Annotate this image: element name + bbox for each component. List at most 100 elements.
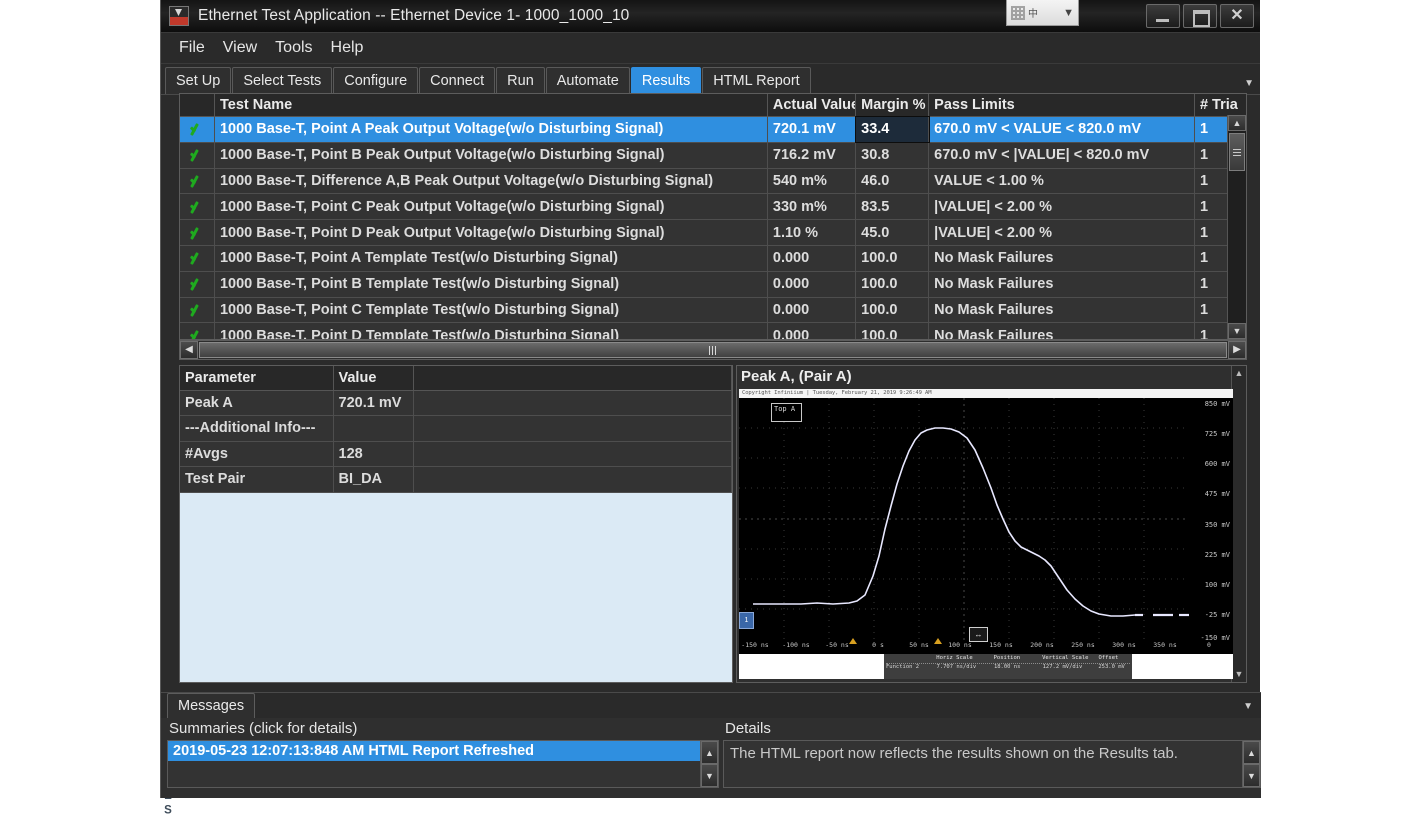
- table-row[interactable]: 1000 Base-T, Point C Template Test(w/o D…: [180, 297, 1246, 324]
- summaries-scrollbar[interactable]: ▲ ▼: [700, 741, 718, 787]
- cell-pass-limits[interactable]: No Mask Failures: [928, 297, 1195, 324]
- details-scroll-down-icon[interactable]: ▼: [1243, 764, 1260, 787]
- cell-actual-value[interactable]: 720.1 mV: [767, 116, 857, 143]
- col-header-pass-limits[interactable]: Pass Limits: [928, 94, 1195, 117]
- tab-set-up[interactable]: Set Up: [165, 67, 232, 94]
- cell-actual-value[interactable]: 0.000: [767, 271, 857, 298]
- cell-test-name[interactable]: 1000 Base-T, Point D Template Test(w/o D…: [214, 322, 768, 339]
- cell-actual-value[interactable]: 540 m%: [767, 168, 857, 195]
- cell-pass-limits[interactable]: |VALUE| < 2.00 %: [928, 219, 1195, 246]
- cell-margin[interactable]: 33.4: [854, 115, 930, 144]
- tab-automate[interactable]: Automate: [545, 67, 630, 94]
- chevron-down-icon[interactable]: ▼: [1063, 7, 1074, 19]
- cell-actual-value[interactable]: 330 m%: [767, 193, 857, 221]
- vertical-scroll-thumb[interactable]: [1229, 133, 1245, 171]
- summary-list-item[interactable]: 2019-05-23 12:07:13:848 AM HTML Report R…: [168, 741, 700, 761]
- ime-language-widget[interactable]: 中 ▼: [1006, 0, 1079, 26]
- table-row[interactable]: 1000 Base-T, Point B Peak Output Voltage…: [180, 142, 1246, 169]
- waveform-scroll-down-icon[interactable]: ▼: [1232, 669, 1246, 679]
- table-row[interactable]: 1000 Base-T, Point D Template Test(w/o D…: [180, 322, 1246, 339]
- waveform-scrollbar[interactable]: ▲ ▼: [1231, 366, 1246, 682]
- tab-html-report[interactable]: HTML Report: [702, 67, 811, 94]
- cell-test-name[interactable]: 1000 Base-T, Point B Peak Output Voltage…: [214, 142, 768, 169]
- tab-overflow-chevron-down-icon[interactable]: ▼: [1244, 78, 1254, 89]
- cell-test-name[interactable]: 1000 Base-T, Point A Template Test(w/o D…: [214, 245, 768, 272]
- details-scrollbar[interactable]: ▲ ▼: [1242, 741, 1260, 787]
- table-row[interactable]: 1000 Base-T, Difference A,B Peak Output …: [180, 168, 1246, 195]
- results-vertical-scrollbar[interactable]: ▲ ▼: [1227, 115, 1246, 339]
- table-row[interactable]: 1000 Base-T, Point A Peak Output Voltage…: [180, 115, 1246, 144]
- cell-margin[interactable]: 100.0: [855, 322, 930, 339]
- cell-test-name[interactable]: 1000 Base-T, Point C Peak Output Voltage…: [214, 193, 768, 221]
- waveform-scroll-up-icon[interactable]: ▲: [1232, 368, 1246, 378]
- tab-configure[interactable]: Configure: [333, 67, 419, 94]
- cell-margin[interactable]: 83.5: [855, 193, 930, 221]
- cell-pass-limits[interactable]: 670.0 mV < VALUE < 820.0 mV: [928, 116, 1195, 143]
- tab-connect[interactable]: Connect: [419, 67, 496, 94]
- summaries-scroll-up-icon[interactable]: ▲: [701, 741, 718, 764]
- cell-pass-limits[interactable]: 670.0 mV < |VALUE| < 820.0 mV: [928, 142, 1195, 169]
- cell-margin[interactable]: 100.0: [855, 271, 930, 298]
- channel-offset-marker[interactable]: 1: [739, 612, 754, 629]
- messages-overflow-chevron-down-icon[interactable]: ▼: [1243, 701, 1253, 712]
- table-row[interactable]: 1000 Base-T, Point B Template Test(w/o D…: [180, 271, 1246, 298]
- tab-select-tests[interactable]: Select Tests: [232, 67, 333, 94]
- cell-test-name[interactable]: 1000 Base-T, Point C Template Test(w/o D…: [214, 297, 768, 324]
- cell-pass-limits[interactable]: |VALUE| < 2.00 %: [928, 193, 1195, 221]
- horizontal-scroll-thumb[interactable]: [199, 342, 1227, 358]
- cell-actual-value[interactable]: 0.000: [767, 245, 857, 272]
- cell-actual-value[interactable]: 0.000: [767, 322, 857, 339]
- cell-margin[interactable]: 100.0: [855, 297, 930, 324]
- details-scroll-up-icon[interactable]: ▲: [1243, 741, 1260, 764]
- parameter-row[interactable]: #Avgs 128: [180, 441, 732, 467]
- results-horizontal-scrollbar[interactable]: ◀ ▶: [179, 340, 1247, 360]
- param-col-header-value[interactable]: Value: [333, 366, 414, 391]
- close-button[interactable]: ✕: [1220, 4, 1254, 28]
- menu-item-view[interactable]: View: [215, 37, 265, 59]
- parameter-row[interactable]: Test Pair BI_DA: [180, 466, 732, 493]
- menu-item-help[interactable]: Help: [323, 37, 372, 59]
- col-header-actual-value[interactable]: Actual Value: [767, 94, 857, 117]
- menu-item-file[interactable]: File: [171, 37, 213, 59]
- table-row[interactable]: 1000 Base-T, Point D Peak Output Voltage…: [180, 219, 1246, 246]
- parameter-row[interactable]: Peak A 720.1 mV: [180, 390, 732, 416]
- maximize-button[interactable]: [1183, 4, 1217, 28]
- cell-test-name[interactable]: 1000 Base-T, Point B Template Test(w/o D…: [214, 271, 768, 298]
- cell-actual-value[interactable]: 716.2 mV: [767, 142, 857, 169]
- cell-pass-limits[interactable]: No Mask Failures: [928, 245, 1195, 272]
- oscilloscope-capture[interactable]: Copyright Infiniium | Tuesday, February …: [739, 389, 1233, 679]
- summaries-list[interactable]: 2019-05-23 12:07:13:848 AM HTML Report R…: [167, 740, 719, 788]
- tab-messages[interactable]: Messages: [167, 693, 256, 718]
- cell-margin[interactable]: 30.8: [855, 142, 930, 169]
- scroll-up-arrow-icon[interactable]: ▲: [1228, 115, 1246, 131]
- cell-test-name[interactable]: 1000 Base-T, Difference A,B Peak Output …: [214, 168, 768, 195]
- scroll-right-arrow-icon[interactable]: ▶: [1228, 341, 1246, 359]
- param-col-header-blank[interactable]: [413, 366, 732, 391]
- cell-margin[interactable]: 45.0: [855, 219, 930, 246]
- cell-pass-limits[interactable]: No Mask Failures: [928, 271, 1195, 298]
- table-row[interactable]: 1000 Base-T, Point C Peak Output Voltage…: [180, 193, 1246, 221]
- menu-item-tools[interactable]: Tools: [267, 37, 320, 59]
- param-col-header-parameter[interactable]: Parameter: [180, 366, 334, 391]
- table-row[interactable]: 1000 Base-T, Point A Template Test(w/o D…: [180, 245, 1246, 272]
- tab-results[interactable]: Results: [630, 67, 702, 94]
- cell-pass-limits[interactable]: VALUE < 1.00 %: [928, 168, 1195, 195]
- cell-margin[interactable]: 100.0: [855, 245, 930, 272]
- summaries-scroll-down-icon[interactable]: ▼: [701, 764, 718, 787]
- minimize-button[interactable]: [1146, 4, 1180, 28]
- cell-test-name[interactable]: 1000 Base-T, Point D Peak Output Voltage…: [214, 219, 768, 246]
- scroll-left-arrow-icon[interactable]: ◀: [180, 341, 198, 359]
- col-header-test-name[interactable]: Test Name: [214, 94, 768, 117]
- col-header-trials[interactable]: # Tria: [1194, 94, 1246, 117]
- cell-test-name[interactable]: 1000 Base-T, Point A Peak Output Voltage…: [214, 116, 768, 143]
- parameter-row[interactable]: ---Additional Info---: [180, 415, 732, 442]
- cell-pass-limits[interactable]: No Mask Failures: [928, 322, 1195, 339]
- cell-actual-value[interactable]: 1.10 %: [767, 219, 857, 246]
- horizontal-cursor-handle[interactable]: ↔: [969, 627, 988, 642]
- col-header-status[interactable]: [180, 94, 215, 117]
- cell-actual-value[interactable]: 0.000: [767, 297, 857, 324]
- cell-margin[interactable]: 46.0: [855, 168, 930, 195]
- scroll-down-arrow-icon[interactable]: ▼: [1228, 323, 1246, 339]
- tab-run[interactable]: Run: [496, 67, 545, 94]
- details-box[interactable]: The HTML report now reflects the results…: [723, 740, 1261, 788]
